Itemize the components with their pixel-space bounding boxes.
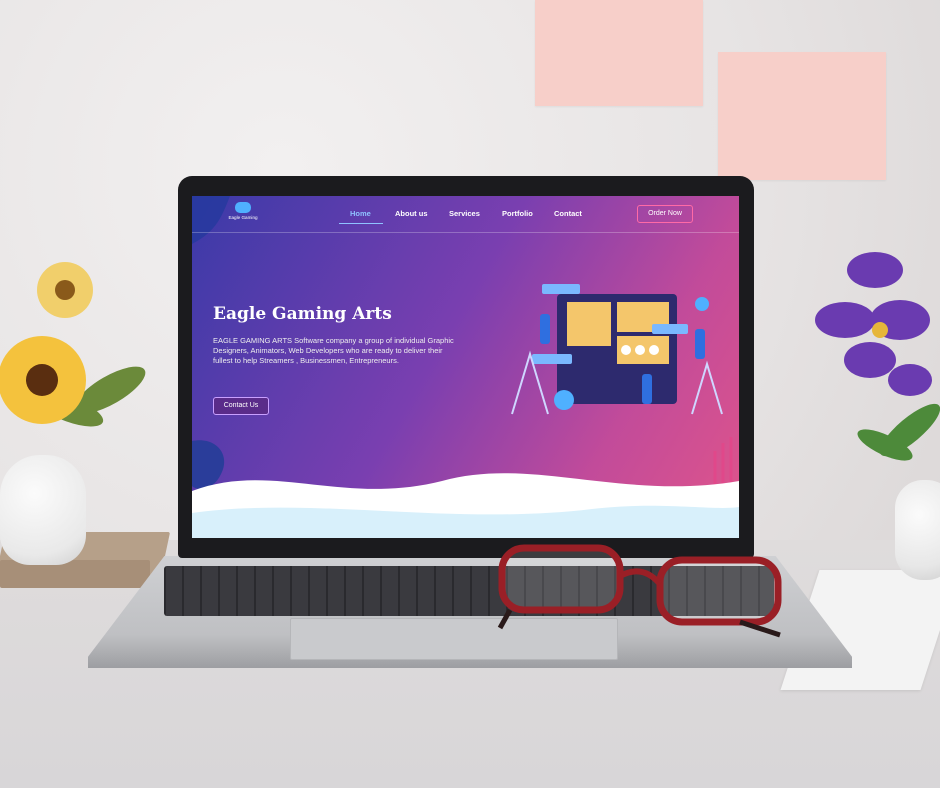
hero-description: EAGLE GAMING ARTS Software company a gro… <box>213 336 454 365</box>
right-vase <box>895 480 940 580</box>
purple-orchid <box>815 252 940 461</box>
nav-services[interactable]: Services <box>449 209 480 218</box>
logo-text: Eagle Gaming <box>228 215 258 220</box>
gamepad-icon <box>235 202 251 213</box>
logo[interactable]: Eagle Gaming <box>226 202 260 220</box>
hero-wave <box>192 473 739 538</box>
nav-about[interactable]: About us <box>395 209 428 218</box>
sticky-note <box>535 0 703 106</box>
hero-title: Eagle Gaming Arts <box>213 304 392 324</box>
order-now-button[interactable]: Order Now <box>637 205 693 223</box>
nav-home[interactable]: Home <box>350 209 371 218</box>
nav-contact[interactable]: Contact <box>554 209 582 218</box>
left-vase <box>0 455 86 565</box>
red-eyeglasses <box>497 544 782 638</box>
nav-portfolio[interactable]: Portfolio <box>502 209 533 218</box>
hero-illustration <box>511 284 723 415</box>
laptop-screen: Eagle Gaming Home About us Services Port… <box>192 196 739 538</box>
sticky-note <box>718 52 886 180</box>
nav-active-underline <box>339 223 383 224</box>
photo-scene: Eagle Gaming Home About us Services Port… <box>0 0 940 788</box>
navbar: Eagle Gaming Home About us Services Port… <box>192 196 739 233</box>
contact-us-button[interactable]: Contact Us <box>213 397 269 415</box>
sunflower-bouquet <box>0 262 146 427</box>
